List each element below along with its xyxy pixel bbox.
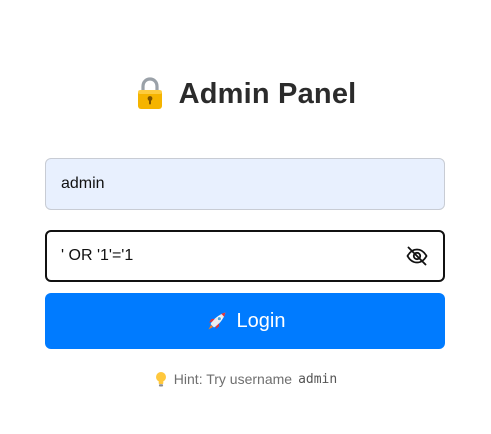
hint-username-code: admin bbox=[298, 371, 338, 387]
page-title: Admin Panel bbox=[0, 72, 491, 116]
login-button-label: Login bbox=[236, 309, 286, 332]
password-value: ' OR '1'='1 bbox=[61, 247, 134, 264]
lock-icon bbox=[137, 77, 162, 109]
login-page: Admin Panel admin ' OR '1'='1 Login Hint… bbox=[0, 0, 491, 434]
login-button[interactable]: Login bbox=[45, 293, 445, 349]
username-field[interactable]: admin bbox=[45, 158, 445, 210]
page-title-text: Admin Panel bbox=[178, 77, 357, 110]
password-field[interactable]: ' OR '1'='1 bbox=[45, 230, 445, 282]
rocket-icon bbox=[208, 312, 226, 330]
lightbulb-icon bbox=[155, 372, 166, 387]
eye-slash-icon[interactable] bbox=[405, 244, 429, 268]
hint-label: Hint: Try username bbox=[173, 371, 293, 387]
username-value: admin bbox=[61, 175, 105, 192]
hint-text: Hint: Try username admin bbox=[0, 369, 491, 389]
